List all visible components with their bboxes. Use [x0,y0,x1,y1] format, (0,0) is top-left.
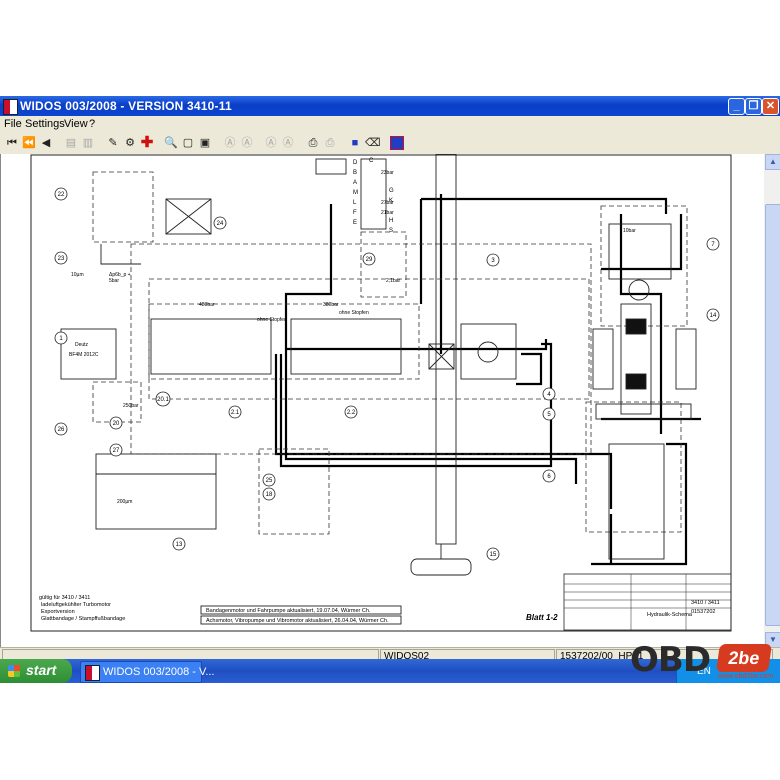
label-200um: 200µm [117,499,132,505]
text-a-icon[interactable]: Ⓐ [223,136,237,150]
port-d: D [353,160,358,166]
note-line-4: Glattbandage / Stampffußbandage [41,616,125,622]
menu-help[interactable]: ? [89,118,95,130]
label-480bar: 480bar [199,302,215,308]
page2-icon[interactable]: ▣ [198,136,212,150]
taskbar-item-widos[interactable]: WIDOS 003/2008 - V... [80,661,214,683]
revision-1: Bandagenmotor und Fahrpumpe aktualisiert… [206,608,371,614]
label-380bar: 380bar [323,302,339,308]
menu-settings[interactable]: Settings [25,118,65,130]
title-block-code: 01537202 [691,609,715,615]
minimize-button[interactable]: _ [728,98,745,115]
menu-bar: File Settings View ? [0,116,780,132]
port-l: L [353,200,357,206]
print2-icon[interactable]: ⎙ [323,136,337,150]
tool2-icon[interactable]: ⚙ [123,136,137,150]
note-line-2: ladeluftgekühlter Turbomotor [41,602,111,608]
title-bar[interactable]: WIDOS 003/2008 - VERSION 3410-11 _ ❐ ✕ [0,96,780,116]
menu-file[interactable]: File [4,118,22,130]
print-icon[interactable]: ⎙ [306,136,320,150]
revision-2: Achsmotor, Vibropumpe und Vibromotor akt… [206,618,389,624]
port-c: C [369,158,374,164]
color-icon[interactable]: ■ [348,136,362,150]
port-h: H [389,218,393,224]
port-m: M [353,190,358,196]
port-k: K [389,198,393,204]
menu-view[interactable]: View [64,118,88,130]
callout-20: 20 [113,421,120,427]
label-ohne-stopfen-2: ohne Stopfen [339,310,369,316]
tool-icon[interactable]: ✎ [106,136,120,150]
label-250bar: 250bar [123,403,139,409]
zoom-in-icon[interactable]: 🔍 [164,136,178,150]
label-bar2: 5bar [109,278,119,284]
watermark-badge: 2be [716,644,772,672]
diagram-viewport[interactable]: 22 24 23 1 20.1 20 26 27 13 25 18 2.1 2.… [0,154,765,647]
add-icon[interactable]: ✚ [140,135,154,150]
callout-20-1: 20.1 [157,397,169,403]
label-23bar: 23bar [381,170,394,176]
watermark-sub: www.obd2be.com [718,673,774,680]
scroll-up-icon[interactable]: ▲ [765,154,780,170]
callout-18: 18 [266,492,273,498]
label-engine: BF4M 2012C [69,352,99,358]
sheet-label: Blatt 1-2 [526,613,558,622]
callout-2-2: 2.2 [347,410,356,416]
port-g: G [389,188,394,194]
windows-logo-icon [8,665,20,677]
start-label: start [26,662,57,678]
widos-toolbar-icon[interactable] [390,136,404,150]
title-block-model: 3410 / 3411 [691,600,720,606]
callout-26: 26 [58,427,65,433]
start-button[interactable]: start [0,659,72,683]
label-2-1bar: 2,1bar [386,278,401,284]
obd2be-watermark: OBD 2be www.obd2be.com [630,640,774,684]
taskbar-item-label: WIDOS 003/2008 - V... [103,666,215,678]
callout-27: 27 [113,448,120,454]
callout-25: 25 [266,478,273,484]
scroll-thumb[interactable] [765,204,780,626]
note-line-3: Exportversion [41,609,75,615]
print-prev-icon[interactable]: ▤ [64,136,78,150]
text-d-icon[interactable]: Ⓐ [281,136,295,150]
eraser-icon[interactable]: ⌫ [365,136,381,150]
page-icon[interactable]: ▢ [181,136,195,150]
label-filter: 10µm [71,272,84,278]
callout-2-1: 2.1 [231,410,240,416]
callout-14: 14 [710,313,717,319]
maximize-button[interactable]: ❐ [745,98,762,115]
watermark-brand: OBD [630,640,711,680]
callout-13: 13 [176,542,183,548]
callout-23: 23 [58,256,65,262]
text-c-icon[interactable]: Ⓐ [264,136,278,150]
print-next-icon[interactable]: ▥ [81,136,95,150]
widos-task-icon [85,665,100,681]
first-page-icon[interactable]: ⏮ [5,136,19,150]
title-block-name: Hydraulik-Schema [647,612,693,618]
port-b: B [353,170,357,176]
callout-22: 22 [58,192,65,198]
widos-app-icon [3,99,18,115]
label-21bar: 21bar [381,210,394,216]
app-window: WIDOS 003/2008 - VERSION 3410-11 _ ❐ ✕ F… [0,96,780,680]
label-deutz: Deutz [75,342,89,348]
close-button[interactable]: ✕ [762,98,779,115]
prev-page-icon[interactable]: ◀ [39,136,53,150]
port-a: A [353,180,357,186]
text-b-icon[interactable]: Ⓐ [240,136,254,150]
label-10bar: 10bar [623,228,636,234]
note-line-1: gültig für 3410 / 3411 [39,595,90,601]
window-title: WIDOS 003/2008 - VERSION 3410-11 [20,99,232,113]
callout-24: 24 [217,221,224,227]
vertical-scrollbar[interactable]: ▲ ▼ [764,154,780,648]
toolbar: ⏮ ⏪ ◀ ▤ ▥ ✎ ⚙ ✚ 🔍 ▢ ▣ Ⓐ Ⓐ Ⓐ Ⓐ ⎙ ⎙ ■ ⌫ [0,132,780,155]
hydraulic-schematic: 22 24 23 1 20.1 20 26 27 13 25 18 2.1 2.… [30,154,732,632]
fast-back-icon[interactable]: ⏪ [22,136,36,150]
callout-29: 29 [366,257,373,263]
label-ohne-stopfen-1: ohne Stopfen [257,317,287,323]
callout-15: 15 [490,552,497,558]
port-f: F [353,210,357,216]
port-s: S [389,228,393,234]
port-e: E [353,220,357,226]
